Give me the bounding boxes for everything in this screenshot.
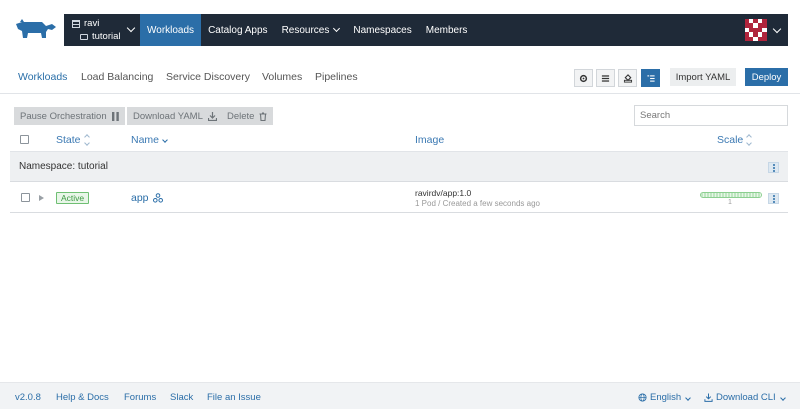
select-all-checkbox[interactable] [20, 135, 29, 144]
version-link[interactable]: v2.0.8 [15, 392, 41, 403]
tab-workloads[interactable]: Workloads [18, 71, 67, 83]
expand-row-icon[interactable] [39, 195, 44, 201]
help-docs-link[interactable]: Help & Docs [56, 392, 109, 403]
cluster-name: ravi [84, 18, 100, 29]
tab-service-discovery[interactable]: Service Discovery [166, 71, 250, 83]
tab-pipelines[interactable]: Pipelines [315, 71, 358, 83]
namespace-group-row: Namespace: tutorial [10, 151, 788, 182]
slack-link[interactable]: Slack [170, 392, 193, 403]
view-service-button[interactable] [618, 69, 637, 87]
pause-icon [111, 111, 119, 121]
tab-volumes[interactable]: Volumes [262, 71, 302, 83]
download-icon [704, 393, 713, 402]
scale-count: 1 [728, 199, 732, 206]
download-yaml-button[interactable]: Download YAML [127, 107, 223, 125]
language-selector[interactable]: English [650, 392, 692, 403]
column-image[interactable]: Image [415, 134, 444, 146]
workload-name-link[interactable]: app [131, 192, 149, 204]
cluster-icon [623, 73, 632, 83]
chevron-down-icon [772, 24, 781, 33]
download-icon [207, 111, 217, 121]
column-name[interactable]: Name [131, 134, 168, 146]
avatar [744, 19, 767, 41]
rancher-logo-icon[interactable] [12, 18, 58, 40]
tab-load-balancing[interactable]: Load Balancing [81, 71, 153, 83]
workload-detail: 1 Pod / Created a few seconds ago [415, 199, 540, 208]
chevron-down-icon [779, 395, 786, 401]
sort-icon [162, 137, 168, 143]
column-scale[interactable]: Scale [717, 134, 753, 146]
download-cli-selector[interactable]: Download CLI [716, 392, 786, 403]
namespace-label: Namespace: tutorial [19, 161, 108, 172]
footer: v2.0.8 Help & Docs Forums Slack File an … [0, 382, 800, 409]
namespace-actions-kebab-icon[interactable] [768, 162, 779, 173]
group-icon [646, 74, 655, 82]
nav-namespaces[interactable]: Namespaces [346, 14, 418, 46]
search-input[interactable] [634, 105, 788, 126]
table-header: State Name Image Scale [0, 131, 800, 149]
server-icon [72, 19, 80, 28]
main-navbar: ravi tutorial Workloads Catalog Apps Res… [64, 14, 788, 46]
pause-orchestration-button[interactable]: Pause Orchestration [14, 107, 125, 125]
import-yaml-button[interactable]: Import YAML [670, 68, 736, 86]
nav-resources[interactable]: Resources [275, 14, 347, 46]
view-list-button[interactable] [596, 69, 615, 87]
trash-icon [259, 111, 267, 121]
forums-link[interactable]: Forums [124, 392, 156, 403]
delete-button[interactable]: Delete [221, 107, 274, 125]
image-name: ravirdv/app:1.0 [415, 188, 472, 198]
cluster-project-switcher[interactable]: ravi tutorial [64, 14, 140, 46]
deploy-button[interactable]: Deploy [745, 68, 788, 86]
view-group-button[interactable] [641, 69, 660, 87]
row-checkbox[interactable] [21, 193, 30, 202]
column-state[interactable]: State [56, 134, 90, 146]
sort-icon [746, 134, 753, 146]
chevron-down-icon [333, 24, 341, 33]
row-actions-kebab-icon[interactable] [768, 193, 779, 204]
project-name: tutorial [92, 31, 121, 42]
sort-icon [83, 134, 90, 146]
view-node-button[interactable] [574, 69, 593, 87]
top-header: ravi tutorial Workloads Catalog Apps Res… [0, 0, 800, 58]
globe-icon [638, 393, 647, 402]
scale-progress-bar [700, 192, 762, 198]
gear-icon [579, 74, 588, 82]
nav-workloads[interactable]: Workloads [140, 14, 202, 46]
nav-members[interactable]: Members [419, 14, 475, 46]
status-badge: Active [56, 192, 90, 204]
nav-catalog-apps[interactable]: Catalog Apps [201, 14, 275, 46]
service-link-icon[interactable] [153, 193, 163, 203]
user-menu[interactable] [736, 14, 788, 46]
table-row: Active app ravirdv/app:1.0 1 Pod / Creat… [10, 183, 788, 213]
folder-icon [80, 33, 88, 40]
chevron-down-icon [685, 395, 692, 401]
list-icon [601, 74, 610, 82]
file-issue-link[interactable]: File an Issue [207, 392, 261, 403]
